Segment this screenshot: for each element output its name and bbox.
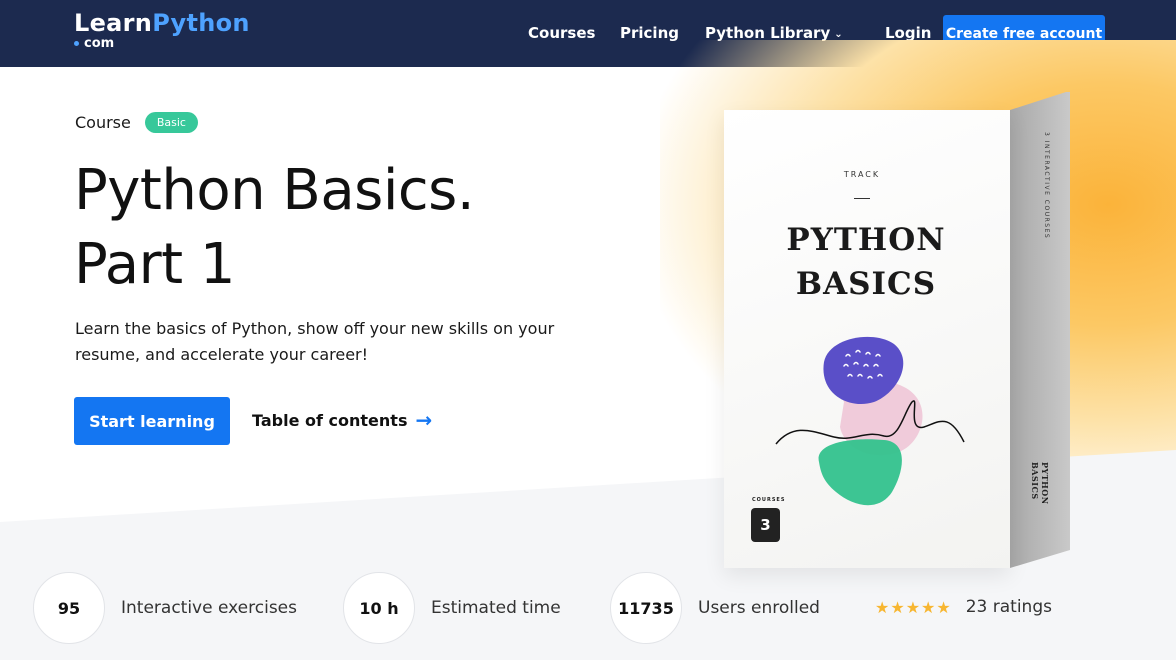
box-title-line-2: BASICS [795, 266, 937, 302]
box-title-line-1: PYTHON [786, 222, 946, 258]
stat-time-value: 10 h [343, 572, 415, 644]
box-track-label: TRACK [843, 170, 881, 179]
stat-users-value: 11735 [610, 572, 682, 644]
stat-exercises-label: Interactive exercises [121, 598, 297, 618]
course-type-row: Course Basic [75, 112, 198, 133]
logo-domain: com [74, 37, 250, 50]
stat-exercises: 95 Interactive exercises [33, 572, 297, 644]
course-description: Learn the basics of Python, show off you… [75, 319, 555, 364]
page-title: Python Basics. Part 1 [74, 154, 634, 302]
green-blob [818, 439, 902, 506]
box-side-bottom-text: PYTHON BASICS [1030, 462, 1050, 505]
arrow-right-icon: → [415, 408, 433, 432]
course-rating[interactable]: ★★★★★ 23 ratings [875, 597, 1052, 617]
logo-domain-text: com [84, 36, 115, 51]
stat-users: 11735 Users enrolled [610, 572, 820, 644]
site-logo[interactable]: LearnPython com [74, 11, 250, 50]
page-title-line-1: Python Basics. [74, 158, 475, 223]
stat-users-label: Users enrolled [698, 598, 820, 618]
box-side-top-text: 3 INTERACTIVE COURSES [1043, 132, 1050, 240]
stat-time-label: Estimated time [431, 598, 561, 618]
level-badge: Basic [144, 112, 198, 133]
nav-link-courses[interactable]: Courses [528, 24, 595, 42]
box-divider [854, 198, 870, 199]
logo-learn-text: Learn [74, 9, 153, 37]
stat-exercises-value: 95 [33, 572, 105, 644]
chevron-down-icon: ⌄ [834, 29, 843, 40]
course-label: Course [75, 113, 131, 132]
page-title-line-2: Part 1 [74, 232, 235, 297]
course-box-image: 3 INTERACTIVE COURSES PYTHON BASICS TRAC… [724, 92, 1070, 568]
box-courses-count: 3 [751, 508, 780, 542]
abstract-shapes-illustration [775, 336, 965, 506]
logo-wordmark: LearnPython [74, 11, 250, 35]
box-front-panel: TRACK PYTHON BASICS COURSES 3 [724, 110, 1010, 568]
table-of-contents-link[interactable]: Table of contents → [252, 410, 432, 430]
ratings-count: 23 ratings [965, 597, 1052, 617]
logo-python-text: Python [152, 9, 250, 37]
star-rating-icon: ★★★★★ [875, 597, 952, 617]
logo-dot-icon [74, 41, 79, 46]
box-title: PYTHON BASICS [724, 218, 1008, 306]
start-learning-button[interactable]: Start learning [74, 397, 230, 445]
box-courses-label: COURSES [752, 497, 786, 503]
table-of-contents-label: Table of contents [252, 410, 408, 430]
stat-time: 10 h Estimated time [343, 572, 561, 644]
